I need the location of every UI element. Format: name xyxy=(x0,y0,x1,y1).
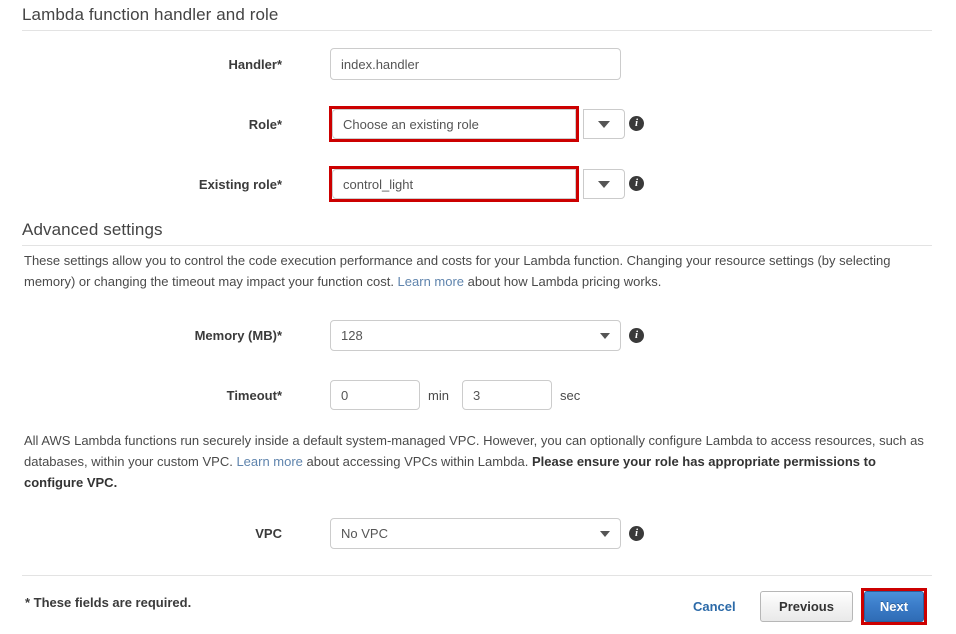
memory-select-value: 128 xyxy=(341,328,363,343)
timeout-seconds-input[interactable] xyxy=(462,380,552,410)
divider-advanced xyxy=(22,245,932,246)
role-required-mark: * xyxy=(276,117,282,132)
existing-role-select-arrow-button[interactable] xyxy=(583,169,625,199)
memory-select[interactable]: 128 xyxy=(330,320,621,351)
next-button[interactable]: Next xyxy=(864,591,924,622)
role-select-value-text: Choose an existing role xyxy=(343,116,479,132)
previous-button[interactable]: Previous xyxy=(760,591,853,622)
timeout-seconds-unit: sec xyxy=(560,388,581,403)
timeout-label-text: Timeout xyxy=(226,388,277,403)
existing-role-label-text: Existing role xyxy=(198,177,277,192)
memory-label-text: Memory (MB) xyxy=(194,328,277,343)
vpc-select[interactable]: No VPC xyxy=(330,518,621,549)
advanced-description-part2: about how Lambda pricing works. xyxy=(464,274,662,289)
existing-role-select-value[interactable]: control_light xyxy=(332,169,576,199)
memory-label: Memory (MB)* xyxy=(140,328,282,343)
chevron-down-icon xyxy=(598,180,610,188)
advanced-learn-more-link[interactable]: Learn more xyxy=(398,274,464,289)
vpc-label: VPC xyxy=(180,526,282,541)
existing-role-select-value-text: control_light xyxy=(343,176,414,192)
lambda-config-page: Lambda function handler and role Handler… xyxy=(0,0,956,634)
vpc-learn-more-link[interactable]: Learn more xyxy=(236,454,302,469)
timeout-label: Timeout* xyxy=(160,388,282,403)
memory-info-icon[interactable]: i xyxy=(629,328,644,343)
required-fields-note: * These fields are required. xyxy=(25,595,192,610)
role-label-text: Role xyxy=(248,117,277,132)
handler-label: Handler* xyxy=(150,57,282,72)
role-select-arrow-button[interactable] xyxy=(583,109,625,139)
vpc-description-part2: about accessing VPCs within Lambda. xyxy=(302,454,532,469)
existing-role-info-icon[interactable]: i xyxy=(629,176,644,191)
advanced-settings-title: Advanced settings xyxy=(22,220,163,239)
handler-input[interactable] xyxy=(330,48,621,80)
timeout-minutes-input[interactable] xyxy=(330,380,420,410)
advanced-settings-description: These settings allow you to control the … xyxy=(24,250,930,292)
divider-footer xyxy=(22,575,932,576)
role-info-icon[interactable]: i xyxy=(629,116,644,131)
chevron-down-icon xyxy=(598,120,610,128)
page-title: Lambda function handler and role xyxy=(22,5,279,24)
vpc-description: All AWS Lambda functions run securely in… xyxy=(24,430,930,493)
vpc-label-text: VPC xyxy=(255,526,282,541)
timeout-minutes-unit: min xyxy=(428,388,449,403)
existing-role-label: Existing role* xyxy=(130,177,282,192)
divider-top xyxy=(22,30,932,31)
chevron-down-icon xyxy=(600,530,610,537)
handler-required-mark: * xyxy=(276,57,282,72)
timeout-required-mark: * xyxy=(276,388,282,403)
handler-label-text: Handler xyxy=(228,57,277,72)
memory-required-mark: * xyxy=(276,328,282,343)
chevron-down-icon xyxy=(600,332,610,339)
existing-role-required-mark: * xyxy=(276,177,282,192)
vpc-info-icon[interactable]: i xyxy=(629,526,644,541)
role-label: Role* xyxy=(150,117,282,132)
cancel-button[interactable]: Cancel xyxy=(687,598,742,615)
vpc-select-value: No VPC xyxy=(341,526,388,541)
role-select-value[interactable]: Choose an existing role xyxy=(332,109,576,139)
